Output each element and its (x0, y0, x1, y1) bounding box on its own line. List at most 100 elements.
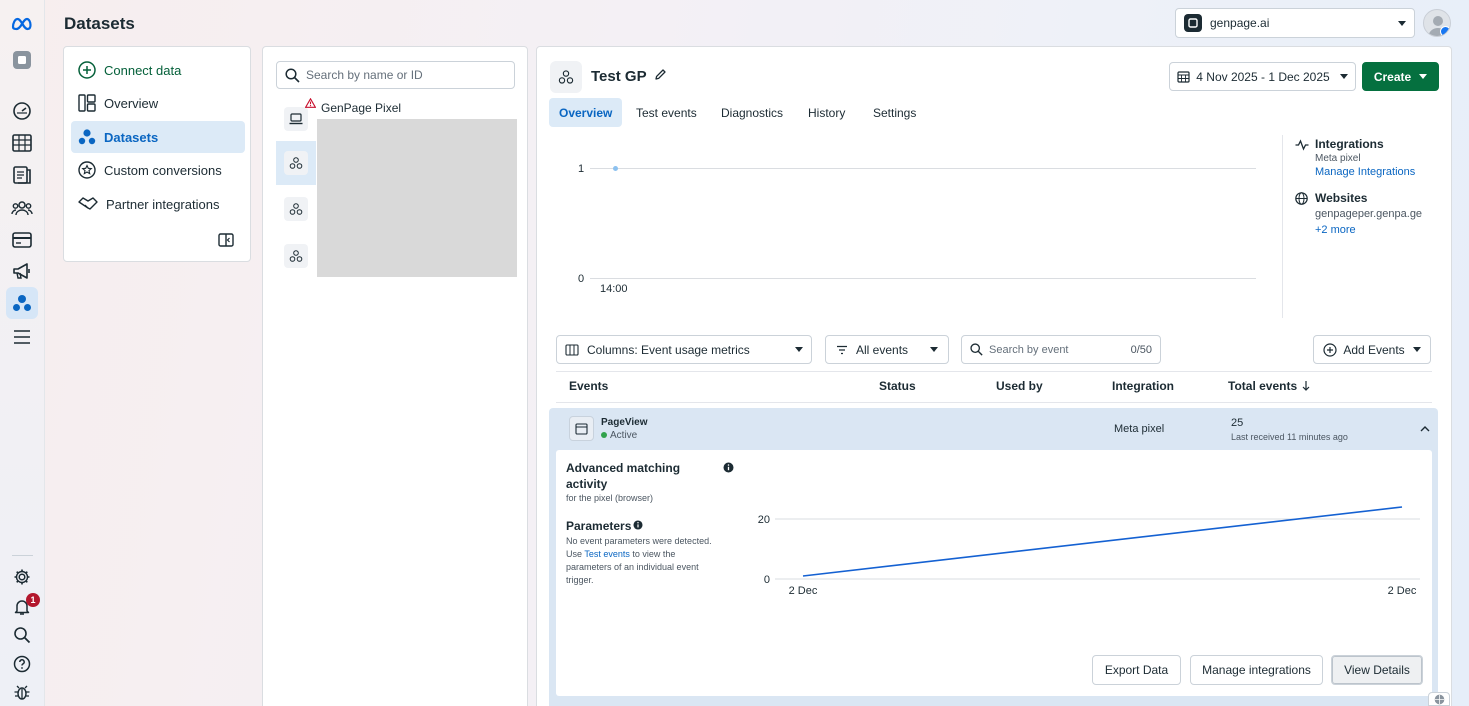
tab-test-events[interactable]: Test events (626, 98, 707, 127)
tab-diagnostics[interactable]: Diagnostics (711, 98, 793, 127)
search-icon (285, 67, 300, 83)
column-header-total-events[interactable]: Total events (1228, 379, 1297, 393)
nav-item-partner-integrations[interactable]: Partner integrations (71, 188, 245, 220)
column-header-used-by[interactable]: Used by (996, 379, 1043, 393)
parameters-text-line: Use Test events to view the (566, 548, 712, 561)
laptop-icon (284, 107, 308, 131)
overview-x-tick: 14:00 (600, 283, 628, 295)
amatch-title-line2: activity (566, 477, 608, 491)
chevron-up-icon[interactable] (1420, 425, 1430, 432)
search-icon (970, 343, 983, 356)
parameters-text: to view the (629, 549, 676, 559)
view-details-button[interactable]: View Details (1331, 655, 1423, 685)
overview-data-point (613, 166, 618, 171)
nav-panel: Connect data Overview Datasets Custom co… (63, 46, 251, 262)
chevron-down-icon (1398, 20, 1406, 26)
amatch-title-line1: Advanced matching (566, 461, 681, 475)
page-title: Datasets (64, 14, 135, 33)
connect-data-label: Connect data (104, 62, 182, 78)
plus-circle-icon (78, 61, 96, 79)
date-range-picker[interactable]: 4 Nov 2025 - 1 Dec 2025 (1169, 62, 1356, 91)
dashboard-icon[interactable] (11, 100, 33, 122)
nav-item-datasets[interactable]: Datasets (71, 121, 245, 153)
bug-report-icon[interactable] (11, 681, 33, 703)
browser-window-icon (569, 416, 594, 441)
manage-integrations-button[interactable]: Manage integrations (1190, 655, 1323, 685)
dataset-row[interactable] (276, 187, 316, 231)
status-dot (601, 432, 607, 438)
connect-data-button[interactable]: Connect data (71, 54, 245, 86)
tab-overview[interactable]: Overview (549, 98, 623, 127)
account-selector[interactable]: genpage.ai (1175, 8, 1415, 38)
chevron-down-icon (1412, 347, 1421, 352)
info-icon[interactable] (723, 462, 734, 473)
datasets-rail-icon[interactable] (6, 287, 38, 319)
parameters-title: Parameters (566, 519, 632, 533)
columns-dropdown[interactable]: Columns: Event usage metrics (556, 335, 812, 364)
event-search-input[interactable]: Search by event 0/50 (961, 335, 1161, 364)
business-portfolio-icon[interactable] (11, 49, 33, 71)
billing-icon[interactable] (11, 229, 33, 251)
chevron-down-icon (795, 347, 803, 352)
info-icon[interactable] (633, 520, 643, 530)
ads-megaphone-icon[interactable] (11, 260, 33, 282)
search-icon[interactable] (11, 624, 33, 646)
table-divider (556, 402, 1432, 403)
overview-y-tick: 1 (578, 163, 585, 175)
nav-item-overview[interactable]: Overview (71, 87, 245, 119)
dataset-icon (284, 244, 308, 268)
plus-circle-icon (1323, 342, 1337, 357)
language-globe-button[interactable] (1428, 692, 1450, 706)
event-filter-dropdown[interactable]: All events (825, 335, 949, 364)
chart-x-tick-label: 2 Dec (789, 585, 818, 597)
add-events-button[interactable]: Add Events (1313, 335, 1431, 364)
test-events-link[interactable]: Test events (584, 549, 630, 559)
chart-x-tick-label: 2 Dec (1388, 585, 1417, 597)
column-header-status[interactable]: Status (879, 379, 916, 393)
parameters-text-line: trigger. (566, 575, 594, 585)
tab-settings[interactable]: Settings (863, 98, 926, 127)
export-data-button[interactable]: Export Data (1092, 655, 1181, 685)
dataset-name[interactable]: GenPage Pixel (321, 101, 401, 115)
columns-icon (565, 343, 579, 356)
parameters-text: Use (566, 549, 585, 559)
manage-integrations-link[interactable]: Manage Integrations (1315, 166, 1415, 178)
chart-series-line (802, 506, 1403, 577)
help-icon[interactable] (11, 653, 33, 675)
settings-icon[interactable] (11, 566, 33, 588)
dataset-search-input[interactable]: Search by name or ID (276, 61, 515, 89)
table-icon[interactable] (11, 132, 33, 154)
chevron-down-icon (1419, 74, 1428, 79)
left-rail: 1 (0, 0, 45, 706)
activity-pulse-icon (1295, 139, 1309, 151)
integrations-subtitle: Meta pixel (1315, 153, 1361, 164)
nav-item-custom-conversions[interactable]: Custom conversions (71, 154, 245, 186)
catalog-icon[interactable] (11, 164, 33, 186)
star-badge-icon (78, 161, 96, 179)
edit-pencil-icon[interactable] (654, 68, 667, 81)
profile-avatar[interactable] (1423, 9, 1451, 37)
chart-y-tick-label: 0 (764, 574, 770, 586)
audiences-icon[interactable] (11, 197, 33, 219)
column-header-integration[interactable]: Integration (1112, 379, 1174, 393)
sort-down-arrow-icon[interactable] (1302, 380, 1310, 391)
meta-logo-icon[interactable] (11, 13, 33, 35)
collapse-panel-icon[interactable] (218, 233, 234, 247)
dataset-row[interactable] (276, 234, 316, 278)
overview-gridline (590, 168, 1256, 169)
parameters-text-line: parameters of an individual event (566, 562, 699, 572)
event-search-placeholder: Search by event (989, 343, 1069, 356)
websites-title: Websites (1315, 191, 1368, 205)
dataset-row-selected[interactable] (276, 141, 316, 185)
tab-history[interactable]: History (798, 98, 855, 127)
date-range-label: 4 Nov 2025 - 1 Dec 2025 (1196, 69, 1330, 84)
more-websites-link[interactable]: +2 more (1315, 224, 1356, 236)
calendar-icon (1177, 71, 1190, 83)
create-button[interactable]: Create (1362, 62, 1439, 91)
overview-baseline (590, 278, 1256, 279)
event-name[interactable]: PageView (601, 417, 648, 428)
menu-icon[interactable] (11, 326, 33, 348)
website-domain: genpageper.genpa.ge (1315, 208, 1423, 220)
nav-item-label: Overview (104, 95, 159, 111)
column-header-events[interactable]: Events (569, 379, 608, 393)
